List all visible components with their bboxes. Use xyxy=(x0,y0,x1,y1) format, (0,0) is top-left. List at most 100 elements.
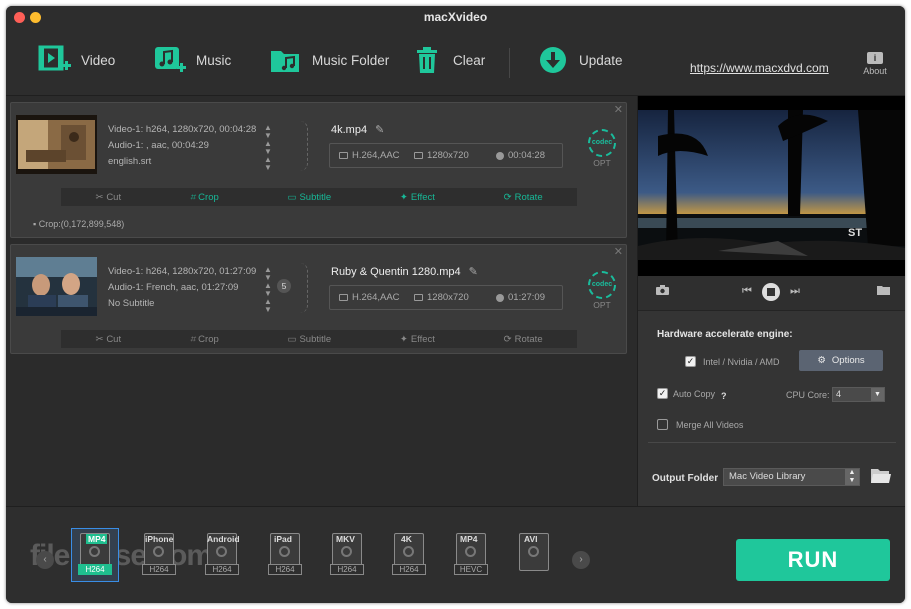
rewind-icon[interactable]: ⏮ xyxy=(742,285,752,298)
updown-chevron-icon: ▲ ▼ xyxy=(845,469,859,485)
codec-spec: H.264,AAC xyxy=(339,292,414,303)
clock-icon xyxy=(496,293,504,302)
snapshot-camera-icon[interactable] xyxy=(656,285,669,298)
add-music-folder-button[interactable]: Music Folder xyxy=(269,42,389,78)
subtitle-track-selector[interactable]: ▲ ▼ xyxy=(264,298,272,314)
about-button[interactable]: i About xyxy=(858,52,892,76)
format-android[interactable]: Android H264 xyxy=(199,529,245,581)
app-window: macXvideo Video Music Music Folder Clear… xyxy=(6,6,905,603)
options-button[interactable]: ⚙ Options xyxy=(799,350,883,371)
remove-item-icon[interactable]: ✕ xyxy=(614,245,623,258)
format-mkv[interactable]: MKV H264 xyxy=(324,529,370,581)
settings-panel: Hardware accelerate engine: ✓ Intel / Nv… xyxy=(638,310,905,506)
website-link[interactable]: https://www.macxdvd.com xyxy=(690,61,829,75)
close-window-button[interactable] xyxy=(14,12,25,23)
cut-button[interactable]: ✂ Cut xyxy=(95,334,121,345)
remove-item-icon[interactable]: ✕ xyxy=(614,103,623,116)
update-label: Update xyxy=(579,52,623,68)
crop-button[interactable]: ⌗ Crop xyxy=(190,334,219,345)
video-preview[interactable]: ST xyxy=(638,96,905,276)
format-tag: MP4 xyxy=(86,534,108,544)
cpu-core-value: 4 xyxy=(836,389,842,399)
edit-pencil-icon[interactable]: ✎ xyxy=(469,265,478,278)
format-tag: MP4 xyxy=(460,534,478,544)
effect-button[interactable]: ✦ Effect xyxy=(400,192,435,203)
codec-options-button[interactable]: codec OPT xyxy=(587,271,617,310)
format-sub: H264 xyxy=(142,564,176,575)
codec-opt-label: OPT xyxy=(593,158,611,168)
prev-formats-arrow[interactable]: ‹ xyxy=(36,551,54,569)
audio-track-selector[interactable]: ▲ ▼ xyxy=(264,282,272,298)
video-track-selector[interactable]: ▲ ▼ xyxy=(264,124,272,140)
open-folder-icon[interactable] xyxy=(877,285,891,298)
format-tag: iPhone xyxy=(145,534,174,544)
info-icon: i xyxy=(867,52,883,64)
codec-options-button[interactable]: codec OPT xyxy=(587,129,617,168)
video-item[interactable]: ✕ Video-1: h264, 1280x720, 01:27:09 Audi… xyxy=(10,244,627,354)
video-item[interactable]: ✕ Video-1: h264, 1280x720, 00:04:28 Audi… xyxy=(10,102,627,238)
format-4k[interactable]: 4K H264 xyxy=(386,529,432,581)
scissors-icon: ✂ xyxy=(95,191,104,203)
video-track-selector[interactable]: ▲ ▼ xyxy=(264,266,272,282)
cut-button[interactable]: ✂ Cut xyxy=(95,192,121,203)
output-folder-value: Mac Video Library xyxy=(729,471,806,482)
rotate-icon: ⟳ xyxy=(503,191,512,203)
subtitle-track-selector[interactable]: ▲ ▼ xyxy=(264,156,272,172)
edit-pencil-icon[interactable]: ✎ xyxy=(375,123,384,136)
subtitle-button[interactable]: ▭ Subtitle xyxy=(287,334,331,345)
crop-button[interactable]: ⌗ Crop xyxy=(190,192,219,203)
add-video-label: Video xyxy=(81,52,116,68)
disc-icon xyxy=(528,546,539,557)
run-button[interactable]: RUN xyxy=(736,539,890,581)
output-filename: 4k.mp4 xyxy=(331,123,368,136)
add-video-button[interactable]: Video xyxy=(38,42,115,78)
add-music-button[interactable]: Music xyxy=(153,42,231,78)
effect-button[interactable]: ✦ Effect xyxy=(400,334,435,345)
next-formats-arrow[interactable]: › xyxy=(572,551,590,569)
hw-accel-title: Hardware accelerate engine: xyxy=(657,329,793,340)
clear-label: Clear xyxy=(453,52,486,68)
minimize-window-button[interactable] xyxy=(30,12,41,23)
update-button[interactable]: Update xyxy=(536,42,623,78)
hw-accel-checkbox[interactable]: ✓ xyxy=(685,356,696,367)
audio-track-selector[interactable]: ▲ ▼ xyxy=(264,140,272,156)
help-icon[interactable]: ? xyxy=(721,391,727,401)
subtitle-button[interactable]: ▭ Subtitle xyxy=(287,192,331,203)
format-tag: AVI xyxy=(524,534,538,544)
preview-panel: ST ⏮ ⏭ Hardware accelerate engine: ✓ Int… xyxy=(637,96,905,506)
resolution-icon xyxy=(414,152,423,159)
codec-opt-label: OPT xyxy=(593,300,611,310)
merge-all-checkbox[interactable] xyxy=(657,419,668,430)
output-folder-select[interactable]: Mac Video Library ▲ ▼ xyxy=(723,468,860,486)
rotate-button[interactable]: ⟳ Rotate xyxy=(504,192,543,203)
format-mp4-h264[interactable]: MP4 H264 xyxy=(71,528,119,582)
format-ipad[interactable]: iPad H264 xyxy=(262,529,308,581)
fast-forward-icon[interactable]: ⏭ xyxy=(790,285,800,298)
format-sub: H264 xyxy=(330,564,364,575)
format-tag: 4K xyxy=(401,534,412,544)
format-mp4-hevc[interactable]: MP4 HEVC xyxy=(448,529,494,581)
codec-gear-icon: codec xyxy=(588,129,616,157)
about-label: About xyxy=(863,66,887,76)
audio-track-label: Audio-1: French, aac, 01:27:09 xyxy=(108,282,239,293)
video-thumbnail[interactable] xyxy=(16,257,97,316)
chevron-down-icon: ▼ xyxy=(871,388,884,401)
auto-copy-checkbox[interactable]: ✓ xyxy=(657,388,668,399)
stop-button[interactable] xyxy=(762,283,780,301)
clear-button[interactable]: Clear xyxy=(410,42,485,78)
cpu-core-select[interactable]: 4 ▼ xyxy=(832,387,885,402)
format-sub: HEVC xyxy=(454,564,488,575)
crop-icon: ⌗ xyxy=(189,191,196,203)
browse-folder-icon[interactable] xyxy=(871,468,891,486)
film-icon xyxy=(339,152,348,159)
format-iphone[interactable]: iPhone H264 xyxy=(136,529,182,581)
crop-note: ▪ Crop:(0,172,899,548) xyxy=(33,219,125,229)
format-avi[interactable]: AVI xyxy=(511,529,557,581)
output-folder-label: Output Folder xyxy=(652,473,719,484)
rotate-button[interactable]: ⟳ Rotate xyxy=(504,334,543,345)
codec-spec: H.264,AAC xyxy=(339,150,414,161)
scissors-icon: ✂ xyxy=(95,333,104,345)
video-thumbnail[interactable] xyxy=(16,115,97,174)
format-sub: H264 xyxy=(205,564,239,575)
toolbar-divider xyxy=(509,48,510,78)
